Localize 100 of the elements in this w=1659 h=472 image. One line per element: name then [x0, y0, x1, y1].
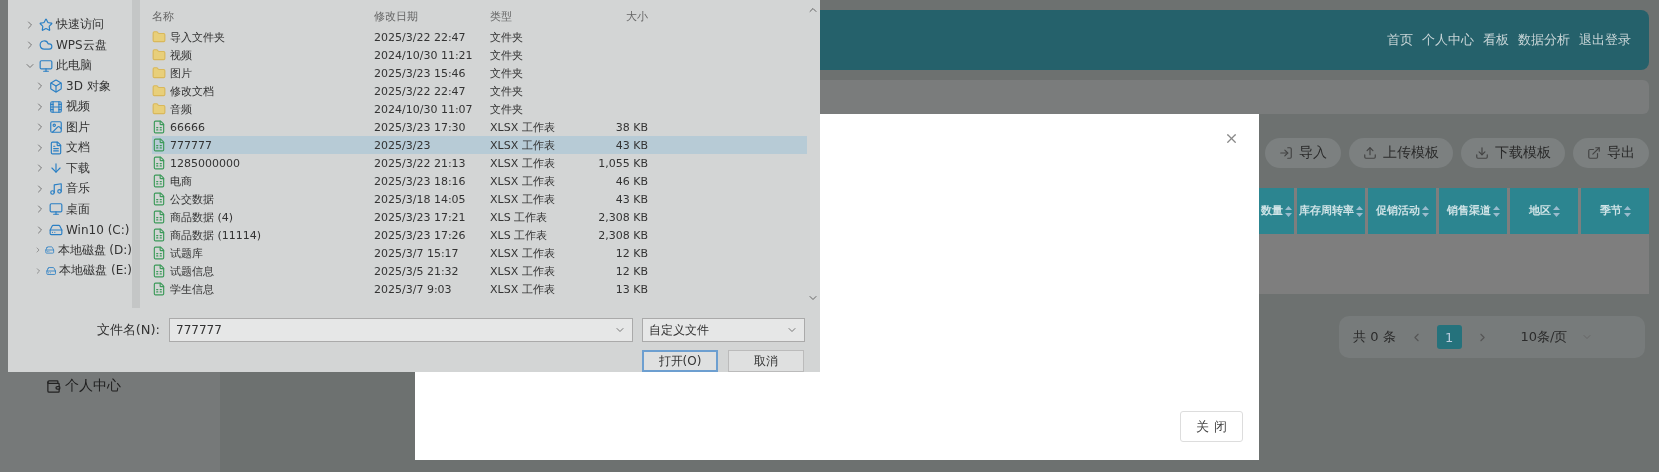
file-type: XLSX 工作表	[490, 137, 556, 153]
file-type: XLSX 工作表	[490, 245, 556, 261]
file-type: XLSX 工作表	[490, 191, 556, 207]
column-header[interactable]: 修改日期	[374, 8, 490, 24]
nav-tree-item[interactable]: Win10 (C:)	[14, 221, 132, 239]
toolbar-button[interactable]: 下载模板	[1461, 138, 1565, 168]
nav-tree-item[interactable]: 视频	[14, 98, 132, 116]
spreadsheet-icon	[152, 138, 166, 152]
file-type: XLSX 工作表	[490, 281, 556, 297]
file-name: 商品数据 (4)	[152, 209, 374, 225]
file-date: 2025/3/23 17:26	[374, 228, 467, 242]
column-header[interactable]: 名称	[152, 8, 374, 24]
nav-link[interactable]: 看板	[1483, 31, 1509, 49]
nav-link[interactable]: 首页	[1387, 31, 1413, 49]
file-name: 电商	[152, 173, 374, 189]
file-date: 2025/3/23 18:16	[374, 174, 467, 188]
file-date: 2025/3/7 9:03	[374, 282, 453, 296]
sort-icon[interactable]	[1421, 205, 1429, 217]
nav-tree-item[interactable]: 音乐	[14, 180, 132, 198]
file-name: 商品数据 (11114)	[152, 227, 374, 243]
file-row[interactable]: 音频 2024/10/30 11:07 文件夹	[152, 100, 807, 118]
spreadsheet-icon	[152, 120, 166, 134]
sort-icon[interactable]	[1552, 205, 1560, 217]
toolbar-button[interactable]: 导入	[1265, 138, 1341, 168]
sidebar-item[interactable]: 个人中心	[46, 377, 220, 395]
file-name-label: 文件名(N):	[95, 321, 160, 339]
file-row[interactable]: 图片 2025/3/23 15:46 文件夹	[152, 64, 807, 82]
file-type: XLS 工作表	[490, 209, 549, 225]
desktop-icon	[49, 202, 63, 217]
sort-icon[interactable]	[1492, 205, 1500, 217]
file-row[interactable]: 公交数据 2025/3/18 14:05 XLSX 工作表 43 KB	[152, 190, 807, 208]
file-type: XLSX 工作表	[490, 155, 556, 171]
folder-icon	[152, 84, 166, 98]
file-size: 1,055 KB	[597, 156, 648, 170]
sort-icon[interactable]	[1284, 205, 1292, 217]
pc-icon	[39, 58, 53, 73]
download-icon	[1475, 146, 1489, 160]
file-date: 2024/10/30 11:07	[374, 102, 474, 116]
star-icon	[39, 17, 53, 32]
file-row[interactable]: 导入文件夹 2025/3/22 22:47 文件夹	[152, 28, 807, 46]
sort-icon[interactable]	[1623, 205, 1631, 217]
file-size: 43 KB	[614, 138, 648, 152]
file-type: XLSX 工作表	[490, 263, 556, 279]
file-type: 文件夹	[490, 47, 524, 63]
file-date: 2025/3/5 21:32	[374, 264, 460, 278]
spreadsheet-icon	[152, 174, 166, 188]
nav-tree-item[interactable]: 文档	[14, 139, 132, 157]
nav-link[interactable]: 数据分析	[1518, 31, 1570, 49]
toolbar-button[interactable]: 导出	[1573, 138, 1649, 168]
toolbar-button[interactable]: 上传模板	[1349, 138, 1453, 168]
file-name-field[interactable]: 777777	[169, 318, 633, 342]
file-row[interactable]: 商品数据 (11114) 2025/3/23 17:26 XLS 工作表 2,308 KB	[152, 226, 807, 244]
file-type-select[interactable]: 自定义文件	[642, 318, 805, 342]
file-type: XLS 工作表	[490, 227, 549, 243]
dialog-button[interactable]: 打开(O)	[642, 350, 718, 372]
nav-tree-item[interactable]: 此电脑	[14, 57, 132, 75]
file-row[interactable]: 试题库 2025/3/7 15:17 XLSX 工作表 12 KB	[152, 244, 807, 262]
file-row[interactable]: 66666 2025/3/23 17:30 XLSX 工作表 38 KB	[152, 118, 807, 136]
folder-icon	[152, 66, 166, 80]
music-icon	[49, 181, 63, 196]
wallet-icon	[46, 378, 61, 394]
nav-link[interactable]: 个人中心	[1422, 31, 1474, 49]
file-size: 2,308 KB	[597, 228, 648, 242]
folder-icon	[152, 30, 166, 44]
nav-link[interactable]: 退出登录	[1579, 31, 1631, 49]
column-header[interactable]: 大小	[584, 8, 648, 24]
nav-tree-item[interactable]: 快速访问	[14, 16, 132, 34]
nav-tree-item[interactable]: 本地磁盘 (D:)	[14, 241, 132, 259]
file-row[interactable]: 电商 2025/3/23 18:16 XLSX 工作表 46 KB	[152, 172, 807, 190]
nav-tree-item[interactable]: 下载	[14, 159, 132, 177]
file-row[interactable]: 视频 2024/10/30 11:21 文件夹	[152, 46, 807, 64]
file-row[interactable]: 1285000000 2025/3/22 21:13 XLSX 工作表 1,055 KB	[152, 154, 807, 172]
dialog-button[interactable]: 取消	[728, 350, 804, 372]
file-row[interactable]: 777777 2025/3/23 XLSX 工作表 43 KB	[152, 136, 807, 154]
close-button[interactable]: 关 闭	[1180, 411, 1243, 442]
nav-tree-item[interactable]: 图片	[14, 118, 132, 136]
file-type: 文件夹	[490, 29, 524, 45]
nav-tree-item[interactable]: 桌面	[14, 200, 132, 218]
nav-tree-item[interactable]: WPS云盘	[14, 36, 132, 54]
file-date: 2025/3/23 17:21	[374, 210, 467, 224]
column-header[interactable]: 类型	[490, 8, 584, 24]
file-row[interactable]: 商品数据 (4) 2025/3/23 17:21 XLS 工作表 2,308 KB	[152, 208, 807, 226]
spreadsheet-icon	[152, 264, 166, 278]
file-size: 2,308 KB	[597, 210, 648, 224]
nav-tree-item[interactable]: 3D 对象	[14, 77, 132, 95]
file-size: 43 KB	[614, 192, 648, 206]
down-icon	[49, 161, 63, 176]
file-row[interactable]: 学生信息 2025/3/7 9:03 XLSX 工作表 13 KB	[152, 280, 807, 298]
file-type: XLSX 工作表	[490, 173, 556, 189]
nav-tree-item[interactable]: 本地磁盘 (E:)	[14, 262, 132, 280]
file-date: 2025/3/18 14:05	[374, 192, 467, 206]
film-icon	[49, 99, 63, 114]
sort-icon[interactable]	[1356, 205, 1363, 217]
file-name: 图片	[152, 65, 374, 81]
close-icon[interactable]	[1224, 131, 1239, 146]
spreadsheet-icon	[152, 228, 166, 242]
image-icon	[49, 120, 63, 135]
file-row[interactable]: 修改文档 2025/3/22 22:47 文件夹	[152, 82, 807, 100]
file-date: 2025/3/23 15:46	[374, 66, 467, 80]
file-row[interactable]: 试题信息 2025/3/5 21:32 XLSX 工作表 12 KB	[152, 262, 807, 280]
